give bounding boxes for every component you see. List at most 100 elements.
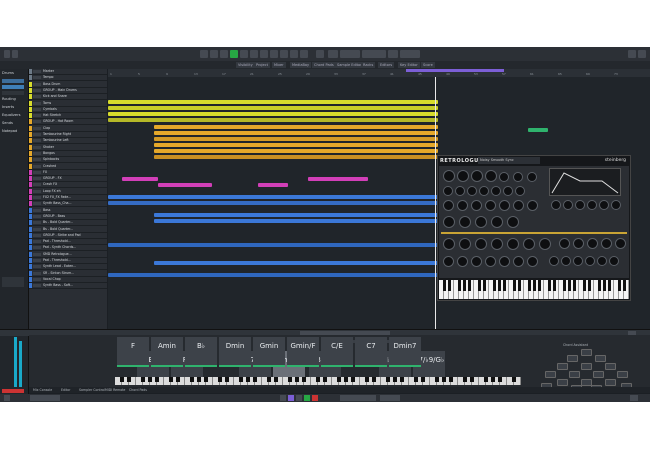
track-name[interactable]: Cymbals	[43, 107, 57, 112]
track-row[interactable]: Marker	[29, 69, 107, 75]
track-mute-solo-buttons[interactable]	[33, 70, 41, 73]
tab-mixer[interactable]: Mixer	[272, 62, 286, 68]
track-name[interactable]: FX	[43, 170, 47, 175]
draw-tool[interactable]	[270, 50, 278, 58]
black-key[interactable]	[582, 280, 586, 291]
synth-knob[interactable]	[443, 256, 454, 267]
track-name[interactable]: Synth Bass - Soft...	[43, 283, 73, 288]
track-mute-solo-buttons[interactable]	[33, 158, 41, 162]
range-tool[interactable]	[210, 50, 218, 58]
chord-pad[interactable]: Dmin	[219, 337, 251, 367]
chord-assistant-node[interactable]	[605, 379, 616, 386]
track-row[interactable]: Pad - Threshold...	[29, 258, 107, 264]
black-key[interactable]	[484, 377, 488, 382]
black-key[interactable]	[218, 377, 222, 382]
track-mute-solo-buttons[interactable]	[33, 139, 41, 143]
clip-hat-stretch[interactable]	[108, 118, 438, 122]
chord-pad[interactable]: B♭	[185, 337, 217, 367]
inspector-track-header[interactable]	[2, 79, 24, 83]
synth-knob[interactable]	[491, 238, 503, 250]
black-key[interactable]	[547, 280, 551, 291]
track-name[interactable]: Tambourine Right	[43, 132, 71, 137]
black-key[interactable]	[148, 377, 152, 382]
chord-assistant-node[interactable]	[557, 379, 568, 386]
synth-knob[interactable]	[561, 256, 571, 266]
synth-knob[interactable]	[457, 256, 468, 267]
clip-synth-bass-fx[interactable]	[308, 177, 368, 181]
synth-knob[interactable]	[485, 200, 496, 211]
track-name[interactable]: Bongos	[43, 151, 55, 156]
black-key[interactable]	[435, 377, 439, 382]
track-mute-solo-buttons[interactable]	[33, 151, 41, 155]
chord-assistant-node[interactable]	[545, 371, 556, 378]
rewind-button[interactable]	[280, 395, 286, 401]
time-display-left[interactable]	[30, 395, 60, 401]
track-name[interactable]: GROUP - Main Drums	[43, 88, 77, 93]
track-row[interactable]: Tambourine Left	[29, 138, 107, 145]
track-name[interactable]: Pad - Threshold...	[43, 258, 71, 263]
time-display[interactable]	[340, 395, 376, 401]
track-name[interactable]: Vocal Chop	[43, 277, 61, 282]
track-mute-solo-buttons[interactable]	[33, 265, 41, 269]
black-key[interactable]	[491, 377, 495, 382]
synth-knob[interactable]	[471, 170, 483, 182]
tab-editors[interactable]: Editors	[378, 62, 395, 68]
black-key[interactable]	[572, 280, 576, 291]
track-row[interactable]: Crash FX	[29, 182, 107, 189]
color-select[interactable]	[400, 50, 420, 58]
track-row[interactable]: Spinbacks	[29, 157, 107, 164]
track-row[interactable]: Bs - Bold Quarter...	[29, 220, 107, 227]
track-name[interactable]: Hat Stretch	[43, 113, 61, 118]
track-name[interactable]: Tempo	[43, 75, 53, 80]
synth-knob[interactable]	[527, 200, 538, 211]
section-inserts[interactable]: Inserts	[2, 105, 14, 109]
synth-knob[interactable]	[507, 216, 519, 228]
black-key[interactable]	[155, 377, 159, 382]
track-name[interactable]: Synth Lead - Eaten...	[43, 264, 76, 269]
black-key[interactable]	[288, 377, 292, 382]
record-enable-button[interactable]	[2, 389, 24, 393]
track-mute-solo-buttons[interactable]	[33, 214, 41, 218]
track-row[interactable]: Synth Bass_Cha...	[29, 201, 107, 208]
track-mute-solo-buttons[interactable]	[33, 120, 41, 124]
black-key[interactable]	[246, 377, 250, 382]
track-name[interactable]: SMD Retrologue...	[43, 252, 72, 257]
track-row[interactable]: Vocal Chop	[29, 276, 107, 283]
black-key[interactable]	[622, 280, 626, 291]
black-key[interactable]	[602, 280, 606, 291]
track-row[interactable]: Bs - Bold Quarter...	[29, 226, 107, 233]
synth-knob[interactable]	[513, 256, 524, 267]
set-up-window-button[interactable]	[638, 50, 646, 58]
track-row[interactable]: Clap	[29, 125, 107, 132]
chord-pad[interactable]: Gmin	[253, 337, 285, 367]
track-mute-solo-buttons[interactable]	[33, 95, 41, 99]
track-mute-solo-buttons[interactable]	[33, 101, 41, 105]
erase-tool[interactable]	[240, 50, 248, 58]
track-mute-solo-buttons[interactable]	[33, 202, 41, 206]
clip-pad-threshold[interactable]	[154, 213, 438, 217]
synth-knob[interactable]	[587, 200, 597, 210]
black-key[interactable]	[204, 377, 208, 382]
chord-assistant-circle[interactable]: Chord Assistant	[537, 343, 633, 392]
clip-green-marker[interactable]	[528, 128, 548, 132]
clip-bass-2[interactable]	[108, 201, 438, 205]
synth-knob[interactable]	[485, 170, 497, 182]
track-mute-solo-buttons[interactable]	[33, 170, 41, 174]
black-key[interactable]	[552, 280, 556, 291]
black-key[interactable]	[267, 377, 271, 382]
track-name[interactable]: Crash FX	[43, 182, 57, 187]
black-key[interactable]	[449, 377, 453, 382]
project-cursor[interactable]	[435, 77, 436, 329]
tempo-display[interactable]	[380, 395, 400, 401]
synth-knob[interactable]	[503, 186, 513, 196]
retrologue-plugin-window[interactable]: RETROLOGUE 2 Noisy Smooth Sync steinberg	[437, 155, 631, 301]
black-key[interactable]	[274, 377, 278, 382]
black-key[interactable]	[414, 377, 418, 382]
black-key[interactable]	[442, 280, 446, 291]
left-zone-button[interactable]	[4, 395, 10, 401]
synth-knob[interactable]	[491, 186, 501, 196]
track-name[interactable]: Tambourine Left	[43, 138, 69, 143]
chord-assistant-node[interactable]	[595, 355, 606, 362]
black-key[interactable]	[295, 377, 299, 382]
color-tool[interactable]	[300, 50, 308, 58]
